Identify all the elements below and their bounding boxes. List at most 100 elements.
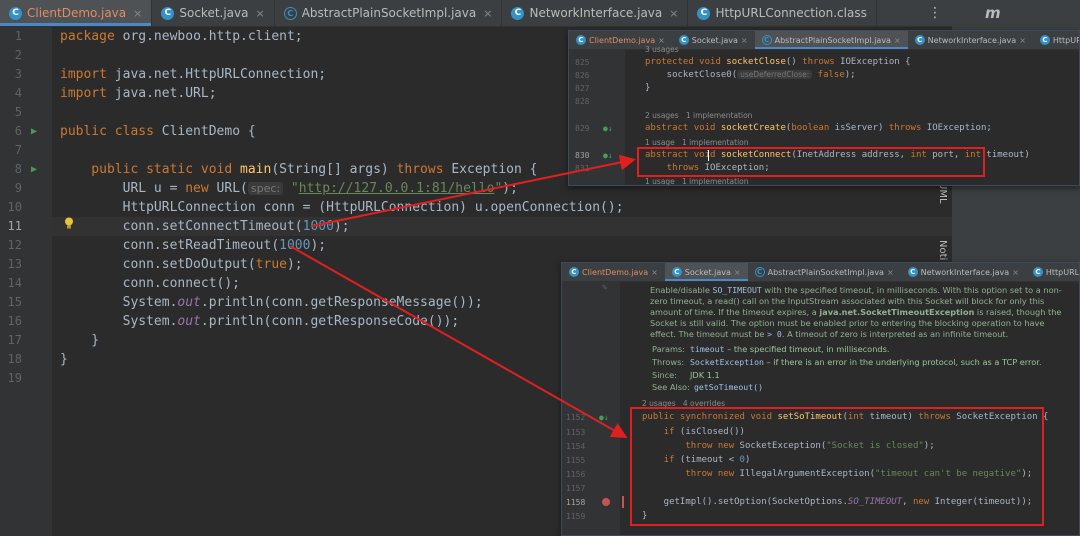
line-number: 829 <box>575 124 590 133</box>
code-text: () <box>785 57 803 67</box>
code-text: conn.setReadTimeout( <box>60 238 280 253</box>
panel2-tab-bar: C ClientDemo.java × C Socket.java × C Abstrac… <box>562 263 1079 282</box>
tab-label: HttpURLConnection.class <box>1052 35 1079 45</box>
strip-letter: m <box>985 4 1001 22</box>
method-name: socketCreate <box>720 123 786 133</box>
usages-hint[interactable]: 2 usages 1 implementation <box>645 111 752 120</box>
method-name: main <box>240 162 272 177</box>
code-line-1: package org.newboo.http.client; <box>60 27 303 46</box>
close-icon[interactable]: × <box>1019 36 1026 45</box>
line-number: 6 <box>14 124 22 138</box>
doc-label: Throws: <box>652 357 685 367</box>
tab-httpurlconnection[interactable]: CHttpURLConnection.class <box>1026 263 1080 281</box>
code-text: ClientDemo { <box>153 124 256 139</box>
tab-label: AbstractPlainSocketImpl.java <box>774 35 891 45</box>
code-line-18: } <box>60 352 68 367</box>
tab-socket[interactable]: C Socket.java × <box>664 263 748 281</box>
line-number: 13 <box>7 257 22 271</box>
doc-text: JDK 1.1 <box>690 370 720 380</box>
tab-clientdemo[interactable]: C ClientDemo.java × <box>562 263 665 281</box>
tab-httpurlconnection[interactable]: CHttpURLConnection.class <box>1033 31 1079 49</box>
line-number: 10 <box>7 200 22 214</box>
code-line-8: public static void main(String[] args) t… <box>60 160 537 179</box>
line-number: 5 <box>14 105 22 119</box>
line-number: 826 <box>575 71 590 80</box>
line-number: 1154 <box>566 442 586 451</box>
line-number: 1 <box>14 29 22 43</box>
breakpoint-icon[interactable] <box>602 498 610 506</box>
line-number: 1156 <box>566 470 586 479</box>
tab-label: ClientDemo.java <box>27 6 127 20</box>
line-number: 1155 <box>566 456 586 465</box>
tab-networkinterface[interactable]: C NetworkInterface.java × <box>502 0 689 26</box>
line-number: 1152 <box>566 413 586 422</box>
close-icon[interactable]: × <box>483 7 492 20</box>
code-text: ); <box>310 238 327 253</box>
tab-abstractplainsocketimpl[interactable]: C AbstractPlainSocketImpl.java × <box>275 0 503 26</box>
close-icon[interactable]: × <box>658 36 665 45</box>
class-icon: C <box>914 35 925 45</box>
tab-label: Socket.java <box>179 6 249 20</box>
doc-link[interactable]: getSoTimeout() <box>694 382 763 392</box>
code-text: IOException; <box>921 123 992 133</box>
tab-label: ClientDemo.java <box>582 267 649 277</box>
line-number: 12 <box>7 238 22 252</box>
keyword: public class <box>60 124 154 139</box>
close-icon[interactable]: × <box>1012 268 1019 277</box>
run-class-icon[interactable]: ▶ <box>31 122 37 141</box>
close-icon[interactable]: × <box>669 7 678 20</box>
code-line-826: socketClose0(useDeferredClose: false); <box>645 70 856 80</box>
tab-label: HttpURLConnection.class <box>1045 267 1080 277</box>
tab-socket[interactable]: C Socket.java × <box>672 31 755 49</box>
line-number: 3 <box>14 67 22 81</box>
close-icon[interactable]: × <box>894 36 901 45</box>
keyword: import <box>60 67 107 82</box>
notifications-tool-button[interactable]: Noti <box>937 240 948 260</box>
implemented-icon[interactable]: ●↓ <box>603 124 613 133</box>
more-tabs-icon[interactable]: ⋮ <box>918 0 952 26</box>
keyword: abstract void <box>645 123 721 133</box>
tab-clientdemo[interactable]: C ClientDemo.java × <box>0 0 153 26</box>
tab-networkinterface[interactable]: C NetworkInterface.java × <box>901 263 1026 281</box>
doc-link[interactable]: SocketException <box>690 357 764 367</box>
code-text: IOException { <box>834 57 911 67</box>
class-icon: C <box>907 267 918 277</box>
doc-text: – if there is an error in the underlying… <box>763 357 1042 367</box>
tab-httpurlconnection[interactable]: C HttpURLConnection.class <box>688 0 877 26</box>
close-icon[interactable]: × <box>887 268 894 277</box>
tab-networkinterface[interactable]: C NetworkInterface.java × <box>908 31 1033 49</box>
doc-text-bold: java.net.SocketTimeoutException <box>819 307 975 317</box>
close-icon[interactable]: × <box>741 36 748 45</box>
close-icon[interactable]: × <box>133 7 142 20</box>
close-icon[interactable]: × <box>255 7 264 20</box>
code-text: timeout) <box>981 150 1030 160</box>
tab-abstractplainsocketimpl[interactable]: C AbstractPlainSocketImpl.java × <box>748 263 901 281</box>
overridden-icon[interactable]: ●↓ <box>599 413 609 422</box>
tab-label: Socket.java <box>691 35 738 45</box>
line-number: 16 <box>7 314 22 328</box>
doc-label: Params: <box>652 344 685 354</box>
run-main-icon[interactable]: ▶ <box>31 160 37 179</box>
tab-socket[interactable]: C Socket.java × <box>152 0 275 26</box>
javadoc-throws: Throws: SocketException – if there is an … <box>652 357 1041 367</box>
usages-hint[interactable]: 1 usage 1 implementation <box>645 138 749 147</box>
usages-hint[interactable]: 1 usage 1 implementation <box>645 177 749 185</box>
doc-code: timeout <box>690 344 725 354</box>
edit-doc-icon[interactable]: ✎ <box>602 283 607 293</box>
code-text: System. <box>60 295 178 310</box>
close-icon[interactable]: × <box>734 268 741 277</box>
url-link[interactable]: http://127.0.0.1:81/hello <box>299 181 495 196</box>
line-number: 9 <box>14 181 22 195</box>
breakpoint-marker <box>622 496 624 508</box>
abstractplainsocketimpl-panel: C ClientDemo.java × C Socket.java × C Abstrac… <box>568 30 1080 186</box>
class-icon: C <box>1039 35 1050 45</box>
code-text: org.newboo.http.client; <box>114 29 303 44</box>
line-number: 15 <box>7 295 22 309</box>
tab-abstractplainsocketimpl[interactable]: C AbstractPlainSocketImpl.java × <box>754 31 908 49</box>
line-number: 1159 <box>566 512 586 521</box>
code-line-825: protected void socketClose() throws IOEx… <box>645 57 911 67</box>
implemented-icon[interactable]: ●↓ <box>603 151 613 160</box>
usages-hint[interactable]: 3 usages <box>645 45 679 54</box>
close-icon[interactable]: × <box>651 268 658 277</box>
javadoc-line: effect. The timeout must be > 0. A timeo… <box>650 329 1008 339</box>
